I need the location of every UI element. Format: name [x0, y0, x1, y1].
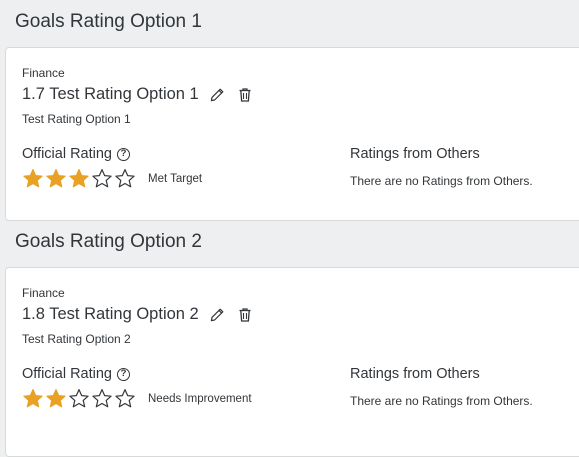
goal-title-row: 1.7 Test Rating Option 1 — [22, 85, 253, 104]
star-filled-icon — [68, 168, 90, 190]
star-empty-icon — [114, 168, 136, 190]
goal-card: Finance 1.8 Test Rating Option 2 Test Ra… — [5, 267, 579, 457]
section-title: Goals Rating Option 1 — [15, 11, 202, 32]
ratings-from-others-label: Ratings from Others — [350, 366, 480, 382]
star-empty-icon — [68, 388, 90, 410]
star-filled-icon — [22, 388, 44, 410]
star-empty-icon — [91, 168, 113, 190]
goal-category: Finance — [22, 66, 65, 80]
section-title: Goals Rating Option 2 — [15, 231, 202, 252]
star-empty-icon — [114, 388, 136, 410]
star-filled-icon — [45, 168, 67, 190]
pencil-icon[interactable] — [209, 87, 225, 103]
pencil-icon[interactable] — [209, 307, 225, 323]
trash-icon[interactable] — [237, 87, 253, 103]
rating-value-text: Met Target — [148, 173, 203, 185]
goal-title-row: 1.8 Test Rating Option 2 — [22, 305, 253, 324]
goal-description: Test Rating Option 2 — [22, 332, 131, 346]
official-rating-label: Official Rating ? — [22, 366, 130, 382]
star-filled-icon — [22, 168, 44, 190]
goal-title: 1.7 Test Rating Option 1 — [22, 85, 199, 103]
ratings-from-others-empty: There are no Ratings from Others. — [350, 394, 533, 408]
goal-description: Test Rating Option 1 — [22, 112, 131, 126]
official-rating-text: Official Rating — [22, 146, 112, 162]
ratings-from-others-label: Ratings from Others — [350, 146, 480, 162]
official-rating-label: Official Rating ? — [22, 146, 130, 162]
star-filled-icon — [45, 388, 67, 410]
ratings-from-others-empty: There are no Ratings from Others. — [350, 174, 533, 188]
official-rating-stars: Met Target — [22, 168, 202, 190]
trash-icon[interactable] — [237, 307, 253, 323]
official-rating-stars: Needs Improvement — [22, 388, 252, 410]
star-empty-icon — [91, 388, 113, 410]
official-rating-text: Official Rating — [22, 366, 112, 382]
goal-title: 1.8 Test Rating Option 2 — [22, 305, 199, 323]
rating-value-text: Needs Improvement — [148, 393, 252, 405]
goal-card: Finance 1.7 Test Rating Option 1 Test Ra… — [5, 47, 579, 221]
help-icon[interactable]: ? — [117, 367, 130, 381]
goal-category: Finance — [22, 286, 65, 300]
help-icon[interactable]: ? — [117, 147, 130, 161]
